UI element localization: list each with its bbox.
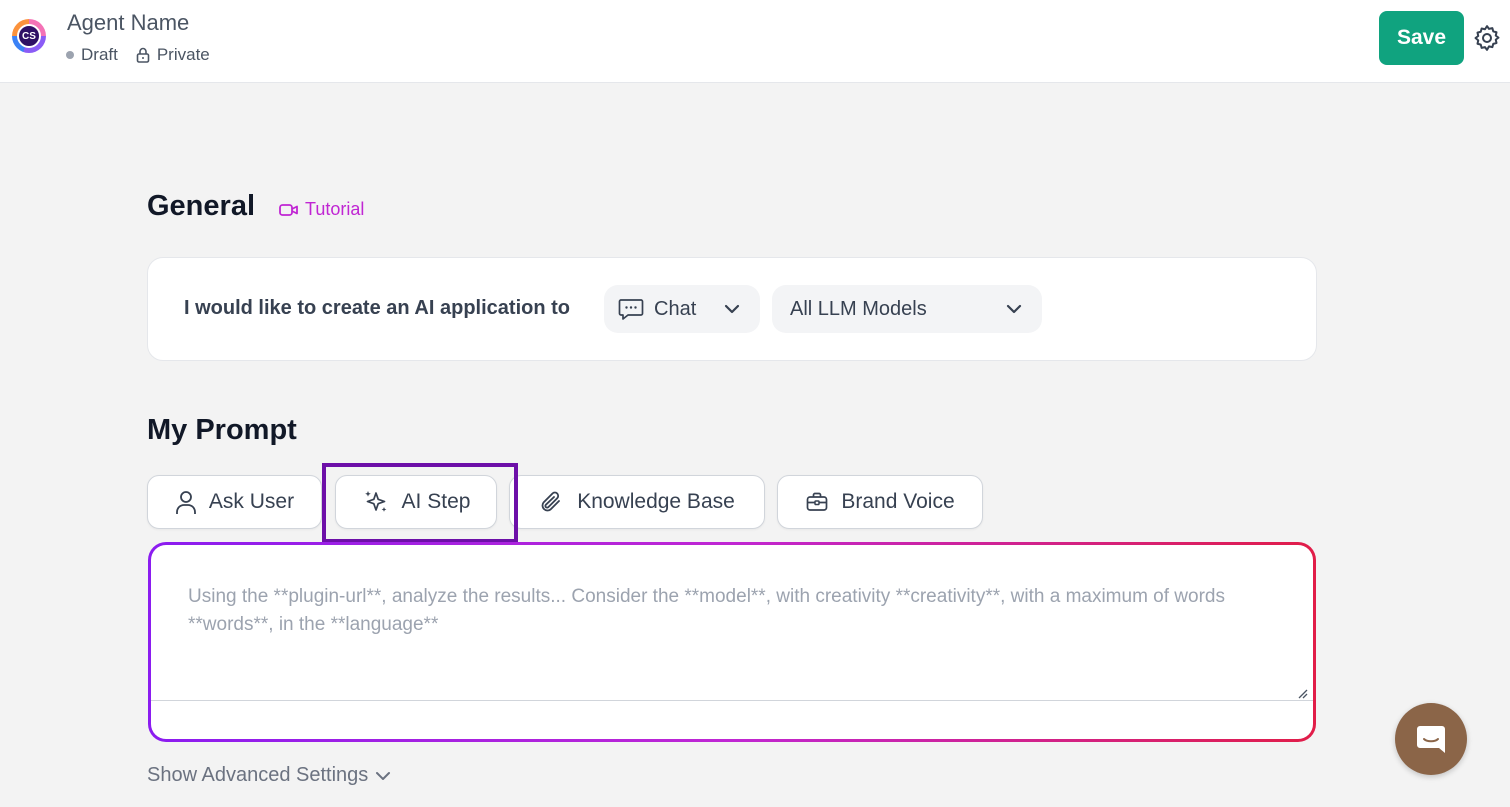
model-select-value: All LLM Models xyxy=(790,297,927,320)
chat-support-button[interactable] xyxy=(1395,703,1467,775)
prompt-divider xyxy=(151,700,1313,701)
app-logo[interactable]: CS xyxy=(12,19,46,53)
ai-step-button[interactable]: AI Step xyxy=(335,475,497,529)
chevron-down-icon xyxy=(724,304,740,314)
briefcase-icon xyxy=(807,492,828,511)
prompt-placeholder: Using the **plugin-url**, analyze the re… xyxy=(188,586,1225,635)
lock-icon xyxy=(136,47,150,63)
save-button[interactable]: Save xyxy=(1379,11,1464,65)
ask-user-label: Ask User xyxy=(208,490,295,513)
show-advanced-settings[interactable]: Show Advanced Settings xyxy=(147,764,392,787)
prompt-editor[interactable]: Using the **plugin-url**, analyze the re… xyxy=(148,542,1316,742)
agent-meta: Draft Private xyxy=(66,45,210,65)
ask-user-button[interactable]: Ask User xyxy=(147,475,322,529)
visibility-label: Private xyxy=(156,45,210,64)
chevron-down-icon xyxy=(1006,304,1022,314)
knowledge-base-label: Knowledge Base xyxy=(577,490,735,513)
chat-icon xyxy=(618,297,644,321)
mode-select-value: Chat xyxy=(654,297,697,320)
top-header: CS Agent Name Draft Private Save xyxy=(0,0,1510,83)
logo-text: CS xyxy=(17,24,41,48)
agent-name[interactable]: Agent Name xyxy=(67,10,189,36)
general-card: I would like to create an AI application… xyxy=(147,257,1317,361)
prompt-textarea[interactable]: Using the **plugin-url**, analyze the re… xyxy=(151,545,1313,739)
brand-voice-button[interactable]: Brand Voice xyxy=(777,475,983,529)
mode-select[interactable]: Chat xyxy=(604,285,760,333)
general-title: General xyxy=(147,190,255,222)
tutorial-link[interactable]: Tutorial xyxy=(279,199,364,220)
ai-step-label: AI Step xyxy=(401,490,471,513)
advanced-label: Show Advanced Settings xyxy=(147,764,369,786)
resize-handle-icon[interactable] xyxy=(1296,686,1308,704)
sparkles-icon xyxy=(364,491,386,512)
tutorial-label: Tutorial xyxy=(305,199,365,219)
paperclip-icon xyxy=(541,491,561,512)
video-icon xyxy=(279,203,298,216)
prompt-title: My Prompt xyxy=(147,414,297,446)
general-sentence: I would like to create an AI application… xyxy=(184,297,570,319)
gear-icon[interactable] xyxy=(1472,23,1502,53)
brand-voice-label: Brand Voice xyxy=(841,490,955,513)
model-select[interactable]: All LLM Models xyxy=(772,285,1042,333)
chat-icon xyxy=(1417,726,1445,753)
status-label: Draft xyxy=(81,45,118,64)
user-icon xyxy=(176,491,196,514)
chevron-down-icon xyxy=(376,771,391,780)
status-dot-icon xyxy=(66,51,74,59)
knowledge-base-button[interactable]: Knowledge Base xyxy=(509,475,765,529)
